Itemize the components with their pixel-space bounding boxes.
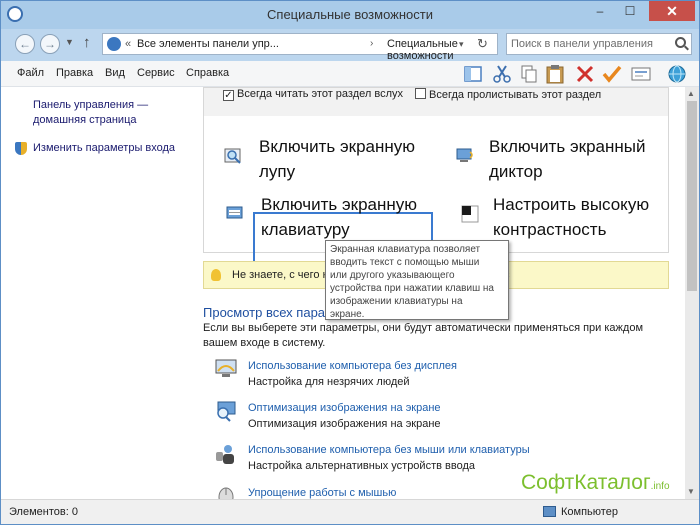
address-overflow-chevron[interactable]: « <box>125 38 131 50</box>
globe-icon[interactable] <box>666 64 688 84</box>
recent-locations-dropdown[interactable]: ▼ <box>65 37 74 47</box>
delete-icon[interactable] <box>574 64 596 84</box>
section-description: Если вы выберете эти параметры, они буду… <box>203 322 643 349</box>
quick-access-actions: Включить экранную лупу Включить экранный… <box>204 116 668 270</box>
menu-tools[interactable]: Сервис <box>137 67 175 79</box>
menu-edit[interactable]: Правка <box>56 67 93 79</box>
set-high-contrast-line2[interactable]: контрастность <box>493 217 649 242</box>
scroll-up-arrow[interactable]: ▲ <box>687 89 695 98</box>
back-button[interactable]: ← <box>15 34 35 54</box>
section-title: Просмотр всех пара <box>203 305 326 320</box>
control-panel-home-link[interactable]: Панель управления — домашняя страница <box>33 98 148 128</box>
address-bar[interactable]: « Все элементы панели упр... › Специальн… <box>102 33 498 62</box>
high-contrast-icon <box>461 205 479 223</box>
tooltip-line: Экранная клавиатура позволяет <box>330 244 481 255</box>
search-icon[interactable] <box>675 37 686 48</box>
search-box[interactable] <box>506 33 692 55</box>
magnifier-screen-icon <box>215 400 237 422</box>
watermark-logo: СофтКаталог.info <box>521 471 670 495</box>
layout-icon[interactable] <box>462 64 484 84</box>
use-without-display-desc: Настройка для незрячих людей <box>248 376 410 388</box>
magnifier-icon <box>224 147 242 165</box>
start-narrator-link[interactable]: Включить экранный диктор <box>489 134 646 184</box>
breadcrumb-all-items[interactable]: Все элементы панели упр... <box>137 38 279 50</box>
refresh-button[interactable]: ↻ <box>477 36 488 52</box>
tooltip-line: изображении клавиатуры на <box>330 296 463 307</box>
start-on-screen-keyboard-line1[interactable]: Включить экранную <box>261 192 417 217</box>
shield-icon <box>15 142 27 155</box>
start-narrator-line2[interactable]: диктор <box>489 159 646 184</box>
always-read-label[interactable]: Всегда читать этот раздел вслух <box>237 88 403 100</box>
change-signin-settings-link[interactable]: Изменить параметры входа <box>33 141 175 156</box>
on-screen-keyboard-icon <box>226 204 244 222</box>
always-read-checkbox-box[interactable]: ✓ <box>223 90 234 101</box>
tooltip-line: экране. <box>330 309 365 320</box>
tooltip-line: или другого указывающего <box>330 270 455 281</box>
check-icon[interactable] <box>601 64 623 84</box>
minimize-button[interactable]: – <box>587 1 613 21</box>
cut-icon[interactable] <box>491 64 513 84</box>
lightbulb-icon <box>211 269 221 281</box>
use-without-mouse-keyboard-desc: Настройка альтернативных устройств ввода <box>248 460 475 472</box>
menu-help[interactable]: Справка <box>186 67 229 79</box>
display-off-icon <box>215 357 237 379</box>
tooltip-line: устройства при нажатии клавиш на <box>330 283 494 294</box>
make-mouse-easier-link[interactable]: Упрощение работы с мышью <box>248 487 396 499</box>
optimize-display-link[interactable]: Оптимизация изображения на экране <box>248 402 441 414</box>
control-panel-icon <box>107 37 121 51</box>
use-without-mouse-keyboard-link[interactable]: Использование компьютера без мыши или кл… <box>248 444 530 456</box>
control-panel-window: Специальные возможности – ☐ ✕ ← → ▼ ↑ « … <box>0 0 700 525</box>
search-input[interactable] <box>511 36 661 52</box>
copy-icon[interactable] <box>518 64 540 84</box>
navigation-bar: ← → ▼ ↑ « Все элементы панели упр... › С… <box>1 29 699 62</box>
narrator-icon <box>456 146 474 164</box>
alternative-input-icon <box>215 443 237 465</box>
vertical-scrollbar[interactable]: ▲ ▼ <box>685 87 699 499</box>
menu-file[interactable]: Файл <box>17 67 44 79</box>
close-button[interactable]: ✕ <box>649 1 695 21</box>
address-dropdown[interactable]: ▾ <box>459 39 464 50</box>
location-label: Компьютер <box>561 506 618 518</box>
computer-icon <box>543 506 556 517</box>
paste-icon[interactable] <box>544 64 566 84</box>
properties-icon[interactable] <box>630 64 652 84</box>
up-button[interactable]: ↑ <box>83 34 91 51</box>
watermark-suffix: .info <box>650 481 670 492</box>
maximize-button[interactable]: ☐ <box>617 1 643 21</box>
start-magnifier-link[interactable]: Включить экранную лупу <box>259 134 415 184</box>
always-scan-label[interactable]: Всегда пролистывать этот раздел <box>429 89 601 101</box>
item-count: Элементов: 0 <box>9 506 78 518</box>
forward-button[interactable]: → <box>40 34 60 54</box>
status-bar: Элементов: 0 Компьютер <box>1 499 699 524</box>
set-high-contrast-link[interactable]: Настроить высокую контрастность <box>493 192 649 242</box>
tooltip-line: вводить текст с помощью мыши <box>330 257 480 268</box>
always-scan-checkbox-box[interactable] <box>415 88 426 99</box>
start-on-screen-keyboard-link[interactable]: Включить экранную клавиатуру <box>261 192 417 242</box>
menu-bar: Файл Правка Вид Сервис Справка <box>1 61 699 87</box>
menu-view[interactable]: Вид <box>105 67 125 79</box>
sidebar: Панель управления — домашняя страница Из… <box>1 87 201 499</box>
scroll-thumb[interactable] <box>687 101 697 291</box>
quick-access-panel: ✓ Всегда читать этот раздел вслух Всегда … <box>203 87 669 270</box>
start-magnifier-line1[interactable]: Включить экранную <box>259 134 415 159</box>
control-panel-home-link-line2[interactable]: домашняя страница <box>33 113 148 128</box>
on-screen-keyboard-tooltip: Экранная клавиатура позволяет вводить те… <box>325 240 509 320</box>
optimize-display-desc: Оптимизация изображения на экране <box>248 418 441 430</box>
start-on-screen-keyboard-line2[interactable]: клавиатуру <box>261 217 417 242</box>
watermark-text: СофтКаталог <box>521 471 651 494</box>
breadcrumb-separator[interactable]: › <box>370 38 373 49</box>
start-narrator-line1[interactable]: Включить экранный <box>489 134 646 159</box>
hint-text: Не знаете, с чего на <box>232 269 335 281</box>
use-without-display-link[interactable]: Использование компьютера без дисплея <box>248 360 457 372</box>
title-bar[interactable]: Специальные возможности – ☐ ✕ <box>1 1 699 29</box>
scroll-down-arrow[interactable]: ▼ <box>687 487 695 496</box>
always-read-checkbox[interactable]: ✓ Всегда читать этот раздел вслух <box>223 88 403 101</box>
always-scan-checkbox[interactable]: Всегда пролистывать этот раздел <box>415 88 601 101</box>
control-panel-home-link-line1[interactable]: Панель управления — <box>33 98 148 113</box>
start-magnifier-line2[interactable]: лупу <box>259 159 415 184</box>
mouse-icon <box>215 485 237 499</box>
set-high-contrast-line1[interactable]: Настроить высокую <box>493 192 649 217</box>
